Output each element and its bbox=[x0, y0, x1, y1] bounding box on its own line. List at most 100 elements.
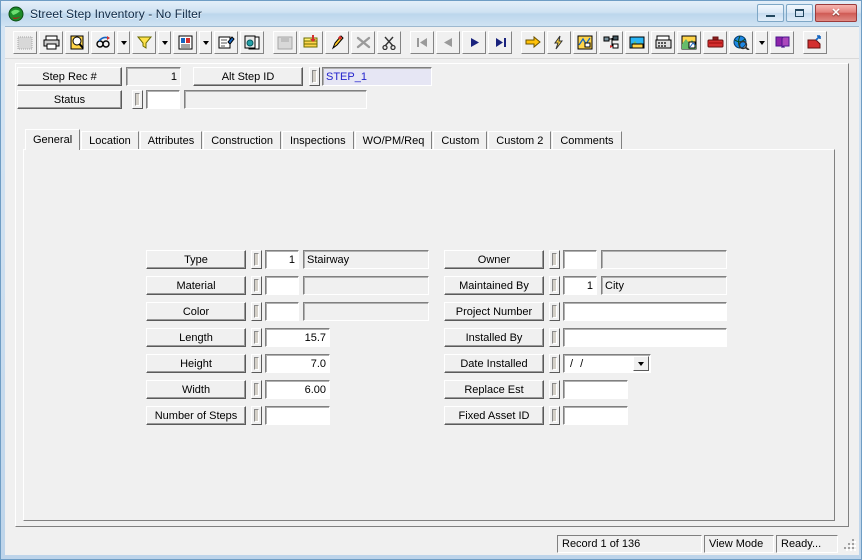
height-label-button[interactable]: Height bbox=[146, 354, 246, 373]
height-field[interactable]: 7.0 bbox=[265, 354, 330, 373]
project-number-lookup-button[interactable] bbox=[549, 302, 560, 321]
help-book-icon[interactable] bbox=[770, 31, 794, 54]
edit-pencil-icon[interactable] bbox=[325, 31, 349, 54]
find-dropdown-arrow[interactable] bbox=[117, 31, 130, 54]
previous-record-icon[interactable] bbox=[436, 31, 460, 54]
color-label-button[interactable]: Color bbox=[146, 302, 246, 321]
number-of-steps-field[interactable] bbox=[265, 406, 330, 425]
maximize-button[interactable] bbox=[786, 4, 813, 22]
delete-x-icon[interactable] bbox=[351, 31, 375, 54]
copy-record-icon[interactable] bbox=[240, 31, 264, 54]
filter-dropdown-arrow[interactable] bbox=[158, 31, 171, 54]
status-label-button[interactable]: Status bbox=[17, 90, 122, 109]
project-number-field[interactable] bbox=[563, 302, 727, 321]
installed-by-lookup-button[interactable] bbox=[549, 328, 560, 347]
replace-est-field[interactable] bbox=[563, 380, 628, 399]
find-icon[interactable] bbox=[91, 31, 115, 54]
quick-action-bolt-icon[interactable] bbox=[547, 31, 571, 54]
width-field[interactable]: 6.00 bbox=[265, 380, 330, 399]
gis-map-icon[interactable] bbox=[677, 31, 701, 54]
tab-attributes[interactable]: Attributes bbox=[139, 131, 203, 150]
number-of-steps-label-button[interactable]: Number of Steps bbox=[146, 406, 246, 425]
status-description-field[interactable] bbox=[184, 90, 367, 109]
height-lookup-button[interactable] bbox=[251, 354, 262, 373]
replace-est-label-button[interactable]: Replace Est bbox=[444, 380, 544, 399]
goto-arrow-icon[interactable] bbox=[521, 31, 545, 54]
filter-funnel-icon[interactable] bbox=[132, 31, 156, 54]
tab-construction[interactable]: Construction bbox=[203, 131, 281, 150]
status-code-field[interactable] bbox=[146, 90, 180, 109]
maintained-by-lookup-button[interactable] bbox=[549, 276, 560, 295]
fixed-asset-id-field[interactable] bbox=[563, 406, 628, 425]
owner-lookup-button[interactable] bbox=[549, 250, 560, 269]
owner-label-button[interactable]: Owner bbox=[444, 250, 544, 269]
color-description-field[interactable] bbox=[303, 302, 429, 321]
fax-icon[interactable] bbox=[651, 31, 675, 54]
tab-location[interactable]: Location bbox=[81, 131, 139, 150]
type-code-field[interactable]: 1 bbox=[265, 250, 299, 269]
installed-by-label-button[interactable]: Installed By bbox=[444, 328, 544, 347]
number-of-steps-lookup-button[interactable] bbox=[251, 406, 262, 425]
tab-general[interactable]: General bbox=[25, 129, 81, 150]
save-icon[interactable] bbox=[273, 31, 297, 54]
length-label-button[interactable]: Length bbox=[146, 328, 246, 347]
owner-code-field[interactable] bbox=[563, 250, 597, 269]
type-description-field[interactable]: Stairway bbox=[303, 250, 429, 269]
map-layers-icon[interactable] bbox=[573, 31, 597, 54]
color-lookup-button[interactable] bbox=[251, 302, 262, 321]
toolbox-icon[interactable] bbox=[703, 31, 727, 54]
alt-step-id-label-button[interactable]: Alt Step ID bbox=[193, 67, 303, 86]
installed-by-field[interactable] bbox=[563, 328, 727, 347]
alt-step-id-lookup-button[interactable] bbox=[309, 67, 320, 86]
maintained-by-label-button[interactable]: Maintained By bbox=[444, 276, 544, 295]
report-icon[interactable] bbox=[173, 31, 197, 54]
print-icon[interactable] bbox=[39, 31, 63, 54]
step-rec-field[interactable]: 1 bbox=[126, 67, 181, 86]
tree-view-icon[interactable] bbox=[599, 31, 623, 54]
new-record-icon[interactable] bbox=[299, 31, 323, 54]
tab-inspections[interactable]: Inspections bbox=[281, 131, 354, 150]
alt-step-id-field[interactable]: STEP_1 bbox=[322, 67, 432, 86]
owner-description-field[interactable] bbox=[601, 250, 727, 269]
cut-scissors-icon[interactable] bbox=[377, 31, 401, 54]
material-description-field[interactable] bbox=[303, 276, 429, 295]
date-installed-combo[interactable]: / / bbox=[563, 354, 651, 373]
minimize-button[interactable] bbox=[757, 4, 784, 22]
material-label-button[interactable]: Material bbox=[146, 276, 246, 295]
fixed-asset-id-label-button[interactable]: Fixed Asset ID bbox=[444, 406, 544, 425]
step-rec-label-button[interactable]: Step Rec # bbox=[17, 67, 122, 86]
status-lookup-button[interactable] bbox=[132, 90, 143, 109]
type-lookup-button[interactable] bbox=[251, 250, 262, 269]
exit-icon[interactable] bbox=[803, 31, 827, 54]
date-installed-lookup-button[interactable] bbox=[549, 354, 560, 373]
form-designer-icon[interactable] bbox=[214, 31, 238, 54]
type-label-button[interactable]: Type bbox=[146, 250, 246, 269]
replace-est-lookup-button[interactable] bbox=[549, 380, 560, 399]
date-installed-label-button[interactable]: Date Installed bbox=[444, 354, 544, 373]
resize-grip[interactable] bbox=[841, 536, 857, 552]
maintained-by-code-field[interactable]: 1 bbox=[563, 276, 597, 295]
image-attach-icon[interactable] bbox=[625, 31, 649, 54]
report-dropdown-arrow[interactable] bbox=[199, 31, 212, 54]
globe-dropdown-arrow[interactable] bbox=[755, 31, 768, 54]
first-record-icon[interactable] bbox=[410, 31, 434, 54]
material-code-field[interactable] bbox=[265, 276, 299, 295]
maintained-by-description-field[interactable]: City bbox=[601, 276, 727, 295]
length-field[interactable]: 15.7 bbox=[265, 328, 330, 347]
chevron-down-icon[interactable] bbox=[633, 356, 649, 371]
next-record-icon[interactable] bbox=[462, 31, 486, 54]
color-code-field[interactable] bbox=[265, 302, 299, 321]
tab-comments[interactable]: Comments bbox=[552, 131, 622, 150]
print-preview-icon[interactable] bbox=[65, 31, 89, 54]
width-label-button[interactable]: Width bbox=[146, 380, 246, 399]
project-number-label-button[interactable]: Project Number bbox=[444, 302, 544, 321]
close-button[interactable]: ✕ bbox=[815, 4, 857, 22]
fixed-asset-id-lookup-button[interactable] bbox=[549, 406, 560, 425]
globe-search-icon[interactable] bbox=[729, 31, 753, 54]
tab-custom-2[interactable]: Custom 2 bbox=[488, 131, 552, 150]
tab-wo-pm-req[interactable]: WO/PM/Req bbox=[354, 131, 433, 150]
width-lookup-button[interactable] bbox=[251, 380, 262, 399]
tab-custom[interactable]: Custom bbox=[433, 131, 488, 150]
length-lookup-button[interactable] bbox=[251, 328, 262, 347]
last-record-icon[interactable] bbox=[488, 31, 512, 54]
